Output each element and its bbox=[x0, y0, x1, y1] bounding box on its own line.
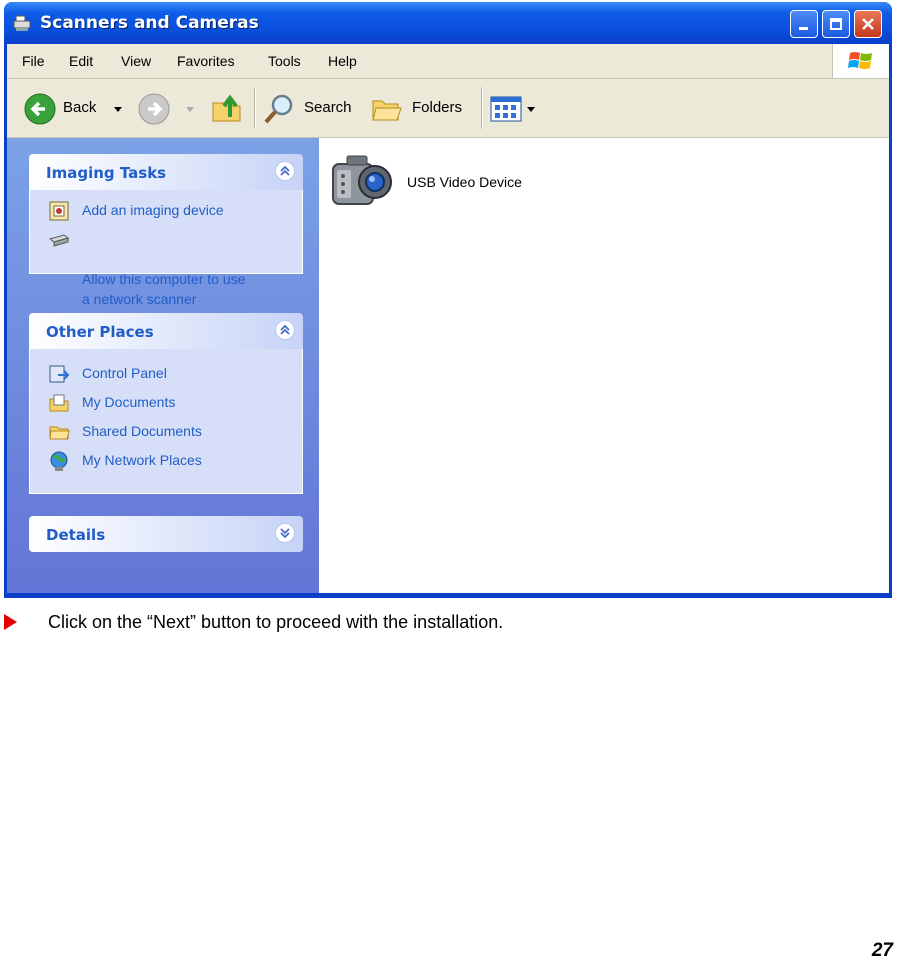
windows-logo bbox=[832, 44, 889, 78]
maximize-button[interactable] bbox=[822, 10, 850, 38]
close-button[interactable] bbox=[854, 10, 882, 38]
details-title: Details bbox=[46, 526, 106, 544]
instruction-caption: Click on the “Next” button to proceed wi… bbox=[48, 612, 504, 632]
forward-arrow-icon bbox=[138, 93, 170, 125]
forward-button[interactable] bbox=[137, 89, 197, 129]
usb-video-device-label: USB Video Device bbox=[407, 174, 522, 190]
my-documents-label: My Documents bbox=[82, 394, 176, 410]
close-icon bbox=[862, 18, 874, 30]
menu-help[interactable]: Help bbox=[328, 53, 357, 69]
windows-flag-icon bbox=[848, 52, 872, 69]
menu-tools[interactable]: Tools bbox=[268, 53, 301, 69]
toolbar-separator bbox=[481, 87, 483, 129]
scanner-camera-icon bbox=[12, 12, 34, 34]
shared-documents-link[interactable]: Shared Documents bbox=[30, 417, 302, 446]
task-pane: Imaging Tasks Add an imaging device Allo… bbox=[7, 138, 319, 593]
shared-documents-label: Shared Documents bbox=[82, 423, 202, 439]
forward-dropdown-icon[interactable] bbox=[185, 106, 195, 114]
menu-file[interactable]: File bbox=[22, 53, 45, 69]
network-scanner-label: Allow this computer to use a network sca… bbox=[82, 271, 246, 307]
file-view: USB Video Device bbox=[319, 138, 889, 593]
menu-view[interactable]: View bbox=[121, 53, 151, 69]
folders-icon bbox=[372, 100, 402, 121]
menu-bar: File Edit View Favorites Tools Help bbox=[7, 44, 889, 79]
minimize-icon bbox=[799, 27, 808, 30]
collapse-chevron-icon[interactable] bbox=[275, 161, 295, 181]
search-icon bbox=[264, 94, 293, 124]
control-panel-icon bbox=[49, 365, 70, 383]
expand-chevron-icon[interactable] bbox=[275, 523, 295, 543]
add-imaging-device-link[interactable]: Add an imaging device bbox=[30, 196, 302, 225]
views-icon bbox=[490, 96, 535, 122]
explorer-window: Scanners and Cameras File Edit View Favo… bbox=[4, 2, 892, 598]
search-button[interactable]: Search bbox=[262, 89, 362, 129]
add-device-icon bbox=[49, 201, 69, 221]
minimize-button[interactable] bbox=[790, 10, 818, 38]
control-panel-label: Control Panel bbox=[82, 365, 167, 381]
tool-bar: Back Search Folders bbox=[7, 79, 889, 138]
my-network-places-link[interactable]: My Network Places bbox=[30, 446, 302, 475]
back-arrow-icon bbox=[24, 93, 56, 125]
network-scanner-link[interactable]: Allow this computer to use a network sca… bbox=[30, 225, 302, 309]
imaging-tasks-panel: Imaging Tasks Add an imaging device Allo… bbox=[29, 154, 303, 307]
toolbar-separator bbox=[254, 87, 256, 129]
my-documents-link[interactable]: My Documents bbox=[30, 388, 302, 417]
imaging-tasks-title: Imaging Tasks bbox=[46, 164, 167, 182]
title-bar[interactable]: Scanners and Cameras bbox=[4, 2, 892, 44]
search-label: Search bbox=[304, 99, 352, 116]
bullet-arrow-icon bbox=[4, 614, 17, 630]
menu-favorites[interactable]: Favorites bbox=[177, 53, 235, 69]
collapse-chevron-icon[interactable] bbox=[275, 320, 295, 340]
other-places-panel: Other Places Control Panel My Documents … bbox=[29, 313, 303, 494]
network-scanner-icon bbox=[48, 234, 70, 247]
back-button[interactable]: Back bbox=[21, 89, 131, 129]
control-panel-link[interactable]: Control Panel bbox=[30, 359, 302, 388]
page-number: 27 bbox=[871, 940, 893, 961]
back-dropdown-icon[interactable] bbox=[113, 106, 123, 114]
usb-video-device-item[interactable]: USB Video Device bbox=[329, 150, 522, 214]
other-places-title: Other Places bbox=[46, 323, 154, 341]
network-globe-icon bbox=[50, 451, 68, 471]
other-places-header[interactable]: Other Places bbox=[29, 313, 303, 349]
views-button[interactable] bbox=[489, 93, 541, 125]
back-label: Back bbox=[63, 99, 97, 116]
folders-label: Folders bbox=[412, 99, 463, 116]
up-folder-icon[interactable] bbox=[210, 91, 244, 125]
window-title: Scanners and Cameras bbox=[40, 13, 259, 33]
menu-edit[interactable]: Edit bbox=[69, 53, 93, 69]
shared-folder-icon bbox=[49, 426, 70, 440]
my-documents-icon bbox=[49, 394, 69, 412]
my-network-places-label: My Network Places bbox=[82, 452, 202, 468]
add-imaging-device-label: Add an imaging device bbox=[82, 202, 224, 218]
camcorder-icon bbox=[332, 155, 392, 205]
details-panel: Details bbox=[29, 516, 303, 552]
details-header[interactable]: Details bbox=[29, 516, 303, 552]
maximize-icon bbox=[830, 18, 842, 30]
imaging-tasks-header[interactable]: Imaging Tasks bbox=[29, 154, 303, 190]
folders-button[interactable]: Folders bbox=[370, 89, 475, 129]
